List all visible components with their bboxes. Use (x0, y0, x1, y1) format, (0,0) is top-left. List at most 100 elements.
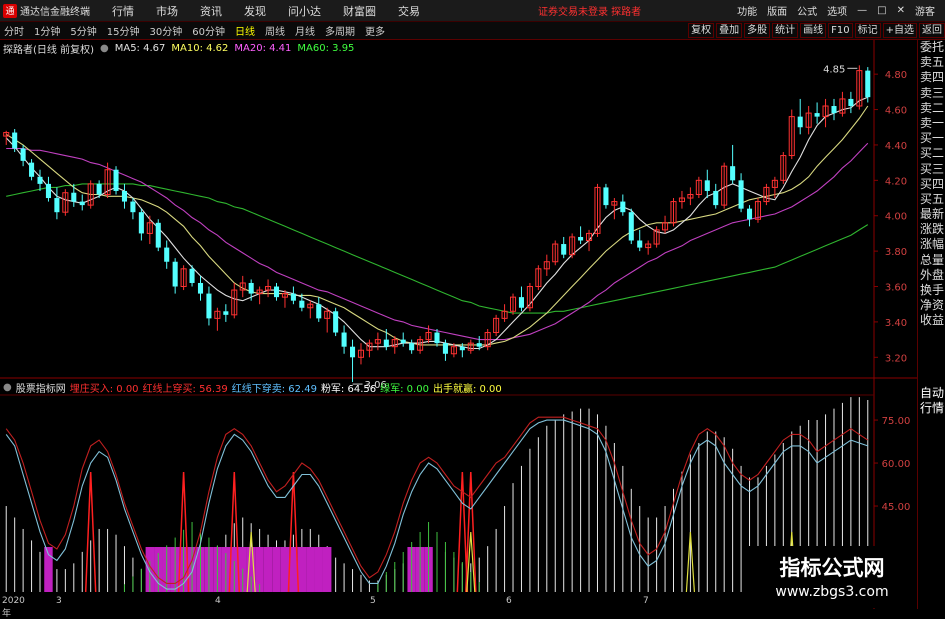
side-change-pct[interactable]: 涨幅 (918, 237, 945, 252)
candle-body (45, 183, 51, 199)
indicator-name[interactable]: 股票指标网 (16, 380, 66, 395)
watermark-title: 指标公式网 (779, 556, 885, 580)
app-title: 通达信金融终端 (20, 7, 90, 18)
date-month-6: 6 (506, 596, 512, 606)
watermark: 指标公式网 www.zbgs3.com (748, 546, 916, 608)
login-notice[interactable]: 证券交易未登录 探路者 (538, 3, 641, 18)
candle-body (746, 208, 753, 220)
side-latest[interactable]: 最新 (918, 207, 945, 222)
menu-xuanxiang[interactable]: 选项 (827, 3, 847, 18)
btn-biaoji[interactable]: 标记 (854, 23, 881, 38)
period-5min[interactable]: 5分钟 (70, 23, 96, 38)
candle-body (12, 132, 18, 149)
candle-body (350, 346, 356, 358)
side-change[interactable]: 涨跌 (918, 222, 945, 237)
period-60min[interactable]: 60分钟 (192, 23, 225, 38)
side-sell4[interactable]: 卖四 (918, 70, 945, 85)
candle-body (130, 201, 136, 213)
btn-f10[interactable]: F10 (828, 23, 853, 38)
period-more[interactable]: 更多 (365, 23, 385, 38)
price-tick-label: 4.20 (885, 176, 907, 187)
side-sell2[interactable]: 卖二 (918, 101, 945, 116)
menu-jiaoyi[interactable]: 交易 (398, 3, 420, 19)
indicator-item-chushou: 出手就赢: 0.00 (432, 384, 502, 395)
side-weituo[interactable]: 委托 (918, 40, 945, 55)
candle-body (628, 212, 634, 241)
menu-gongshi[interactable]: 公式 (797, 3, 817, 18)
kline-chart[interactable]: 4.80 4.60 4.40 4.20 4.00 3.80 3.60 3.40 3.20 4.85… (0, 40, 917, 609)
side-sell5[interactable]: 卖五 (918, 55, 945, 70)
btn-tongji[interactable]: 统计 (772, 23, 799, 38)
side-buy3[interactable]: 买三 (918, 162, 945, 177)
menu-shichang[interactable]: 市场 (156, 3, 178, 19)
side-outer[interactable]: 外盘 (918, 268, 945, 283)
btn-zixuan[interactable]: +自选 (882, 23, 917, 38)
indicator-magenta-bar (314, 547, 323, 592)
candle-body (848, 98, 854, 107)
price-tick-label: 4.00 (885, 212, 907, 223)
period-daily[interactable]: 日线 (235, 23, 255, 38)
btn-duogu[interactable]: 多股 (744, 23, 771, 38)
settings-dot-icon[interactable]: ● (100, 43, 109, 54)
candle-body (206, 293, 212, 319)
price-tick-label: 3.60 (885, 283, 907, 294)
btn-diejia[interactable]: 叠加 (716, 23, 743, 38)
side-turnover[interactable]: 换手 (918, 283, 945, 298)
candle-body (814, 113, 820, 117)
btn-huaxian[interactable]: 画线 (800, 23, 827, 38)
period-15min[interactable]: 15分钟 (107, 23, 140, 38)
period-weekly[interactable]: 周线 (265, 23, 285, 38)
restore-icon[interactable]: □ (877, 5, 886, 16)
candle-body (434, 332, 440, 344)
ma60-label: MA60: 3.95 (297, 42, 355, 54)
indicator-dot-icon[interactable]: ● (3, 382, 12, 393)
side-netasset[interactable]: 净资 (918, 298, 945, 313)
candle-body (637, 240, 643, 248)
price-tick-label: 4.40 (885, 141, 907, 152)
ma10-line (5, 105, 869, 346)
date-month-4: 4 (215, 596, 221, 606)
btn-fanhui[interactable]: 返回 (919, 23, 945, 38)
side-buy4[interactable]: 买四 (918, 177, 945, 192)
guest-label[interactable]: 游客 (915, 3, 935, 18)
candle-body (155, 222, 161, 248)
close-icon[interactable]: ✕ (897, 5, 905, 16)
indicator-magenta-bar (280, 547, 290, 592)
menu-wenxiaoda[interactable]: 问小达 (288, 3, 321, 19)
candle-body (578, 236, 584, 241)
minimize-icon[interactable]: — (857, 5, 867, 16)
candle-body (400, 339, 406, 344)
candle-body (96, 183, 102, 195)
candle-body (79, 201, 85, 206)
candle-body (197, 282, 204, 294)
candle-body (383, 339, 389, 347)
candle-body (561, 244, 567, 255)
candle-body (248, 282, 254, 294)
period-fenshi[interactable]: 分时 (4, 23, 24, 38)
period-30min[interactable]: 30分钟 (149, 23, 182, 38)
side-buy2[interactable]: 买二 (918, 146, 945, 161)
menu-caifuquan[interactable]: 财富圈 (343, 3, 376, 19)
candle-body (831, 106, 837, 114)
candle-body (603, 187, 609, 206)
period-multi[interactable]: 多周期 (325, 23, 355, 38)
menu-hangqing[interactable]: 行情 (112, 3, 134, 19)
side-quote[interactable]: 行情 (918, 401, 945, 416)
menu-banmian[interactable]: 版面 (767, 3, 787, 18)
side-auto[interactable]: 自动 (918, 386, 945, 401)
menu-faxian[interactable]: 发现 (244, 3, 266, 19)
side-sell1[interactable]: 卖一 (918, 116, 945, 131)
period-1min[interactable]: 1分钟 (34, 23, 60, 38)
candle-body (341, 332, 347, 347)
candle-body (299, 300, 305, 308)
candle-body (333, 311, 339, 333)
side-sell3[interactable]: 卖三 (918, 86, 945, 101)
menu-gongneng[interactable]: 功能 (737, 3, 757, 18)
menu-zixun[interactable]: 资讯 (200, 3, 222, 19)
period-monthly[interactable]: 月线 (295, 23, 315, 38)
side-buy5[interactable]: 买五 (918, 192, 945, 207)
side-buy1[interactable]: 买一 (918, 131, 945, 146)
btn-fuquan[interactable]: 复权 (688, 23, 715, 38)
side-volume[interactable]: 总量 (918, 253, 945, 268)
side-earnings[interactable]: 收益 (918, 313, 945, 328)
